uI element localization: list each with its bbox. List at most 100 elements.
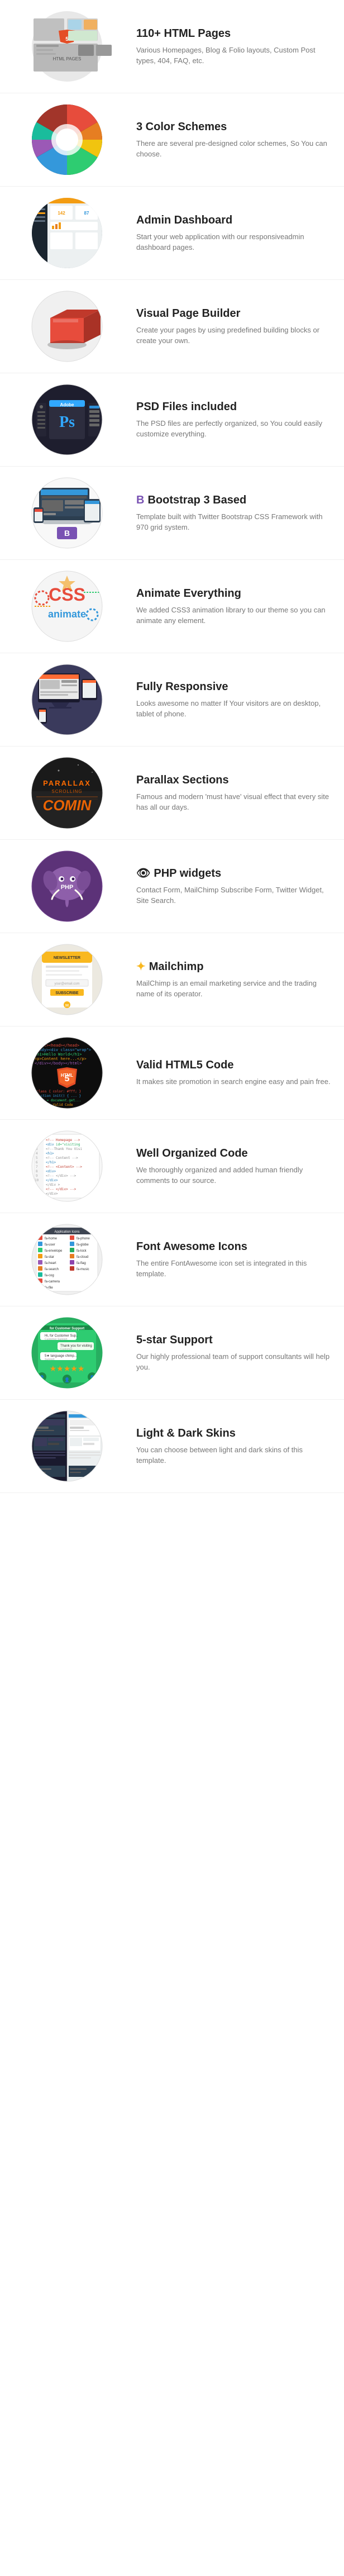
svg-text:fa-search: fa-search bbox=[45, 1268, 59, 1271]
feature-desc-mailchimp: MailChimp is an email marketing service … bbox=[136, 978, 333, 1000]
feature-content-animate: Animate Everything We added CSS3 animati… bbox=[136, 587, 333, 626]
svg-text:4: 4 bbox=[36, 1152, 38, 1156]
admin-dashboard-svg: 142 87 bbox=[11, 197, 123, 269]
eye-icon: 👁 bbox=[136, 867, 150, 880]
svg-text:</div>: </div> bbox=[46, 1178, 58, 1182]
feature-image-animate: CSS animate bbox=[11, 570, 123, 643]
svg-text:<!-- <Content> -->: <!-- <Content> --> bbox=[46, 1165, 82, 1169]
feature-desc-psd-files: The PSD files are perfectly organized, s… bbox=[136, 418, 333, 440]
feature-desc-organized-code: We thoroughly organized and added human … bbox=[136, 1165, 333, 1186]
svg-text:COMIN: COMIN bbox=[43, 797, 92, 814]
svg-text:5: 5 bbox=[36, 1156, 38, 1160]
svg-text:8: 8 bbox=[36, 1170, 38, 1173]
feature-image-php-widgets: PHP bbox=[11, 850, 123, 923]
feature-item-mailchimp: NEWSLETTER your@email.com SUBSCRIBE ✉ bbox=[0, 933, 344, 1026]
animate-svg: CSS animate bbox=[11, 570, 123, 643]
svg-text:fa-camera: fa-camera bbox=[45, 1280, 60, 1284]
feature-image-font-awesome: Application Icons fa-home fa-user fa-env… bbox=[11, 1223, 123, 1296]
feature-item-animate: CSS animate Animate Everything We added … bbox=[0, 560, 344, 653]
feature-content-parallax: Parallax Sections Famous and modern 'mus… bbox=[136, 773, 333, 813]
feature-item-bootstrap: B BBootstrap 3 Based Template built with… bbox=[0, 467, 344, 560]
svg-text:your@email.com: your@email.com bbox=[54, 982, 79, 986]
svg-text:PHP: PHP bbox=[61, 884, 74, 891]
feature-title-parallax: Parallax Sections bbox=[136, 773, 333, 787]
feature-image-mailchimp: NEWSLETTER your@email.com SUBSCRIBE ✉ bbox=[11, 943, 123, 1016]
svg-text:</div >: </div > bbox=[46, 1183, 60, 1187]
psd-files-svg: Adobe Ps bbox=[11, 383, 123, 456]
svg-text:👤: 👤 bbox=[64, 1377, 70, 1382]
feature-content-html5-valid: Valid HTML5 Code It makes site promotion… bbox=[136, 1058, 333, 1087]
svg-text:<p>Content here...</p>: <p>Content here...</p> bbox=[35, 1057, 87, 1061]
svg-text:<body><div class="wrap">: <body><div class="wrap"> bbox=[35, 1048, 91, 1052]
svg-text:fa-cloud: fa-cloud bbox=[77, 1256, 88, 1259]
feature-title-support: 5-star Support bbox=[136, 1333, 333, 1347]
feature-content-bootstrap: BBootstrap 3 Based Template built with T… bbox=[136, 493, 333, 533]
svg-text:var x = document.get...: var x = document.get... bbox=[35, 1099, 81, 1102]
features-list: 5 HTML PAGES 110+ HTML Pages Various Hom… bbox=[0, 0, 344, 1493]
feature-title-html-pages: 110+ HTML Pages bbox=[136, 27, 333, 40]
svg-text:SUBSCRIBE: SUBSCRIBE bbox=[55, 991, 79, 995]
svg-text:2: 2 bbox=[36, 1143, 38, 1147]
feature-desc-admin-dashboard: Start your web application with our resp… bbox=[136, 231, 333, 253]
svg-text:fa-phone: fa-phone bbox=[77, 1237, 90, 1241]
svg-text:B: B bbox=[64, 529, 70, 538]
feature-title-organized-code: Well Organized Code bbox=[136, 1147, 333, 1160]
feature-item-font-awesome: Application Icons fa-home fa-user fa-env… bbox=[0, 1213, 344, 1306]
svg-text:fa-cog: fa-cog bbox=[45, 1274, 54, 1277]
feature-desc-color-schemes: There are several pre-designed color sch… bbox=[136, 138, 333, 160]
feature-desc-html5-valid: It makes site promotion in search engine… bbox=[136, 1076, 333, 1087]
feature-title-color-schemes: 3 Color Schemes bbox=[136, 120, 333, 134]
svg-text:fa-globe: fa-globe bbox=[77, 1243, 89, 1247]
feature-desc-font-awesome: The entire FontAwesome icon set is integ… bbox=[136, 1258, 333, 1280]
feature-desc-php-widgets: Contact Form, MailChimp Subscribe Form, … bbox=[136, 885, 333, 906]
feature-item-psd-files: Adobe Ps bbox=[0, 373, 344, 467]
feature-item-html-pages: 5 HTML PAGES 110+ HTML Pages Various Hom… bbox=[0, 0, 344, 93]
feature-content-mailchimp: ✦Mailchimp MailChimp is an email marketi… bbox=[136, 960, 333, 1000]
feature-content-skins: Light & Dark Skins You can choose betwee… bbox=[136, 1427, 333, 1466]
feature-desc-parallax: Famous and modern 'must have' visual eff… bbox=[136, 791, 333, 813]
feature-content-visual-builder: Visual Page Builder Create your pages by… bbox=[136, 307, 333, 346]
feature-desc-support: Our highly professional team of support … bbox=[136, 1351, 333, 1373]
svg-text:7: 7 bbox=[36, 1165, 38, 1169]
feature-content-organized-code: Well Organized Code We thoroughly organi… bbox=[136, 1147, 333, 1186]
feature-image-html-pages: 5 HTML PAGES bbox=[11, 10, 123, 83]
html-pages-svg: 5 HTML PAGES bbox=[11, 10, 123, 83]
feature-title-html5-valid: Valid HTML5 Code bbox=[136, 1058, 333, 1072]
feature-content-font-awesome: Font Awesome Icons The entire FontAwesom… bbox=[136, 1240, 333, 1280]
svg-text:Adobe: Adobe bbox=[60, 402, 74, 407]
font-awesome-svg: Application Icons fa-home fa-user fa-env… bbox=[11, 1223, 123, 1296]
svg-text:142: 142 bbox=[58, 211, 65, 216]
skins-svg bbox=[11, 1410, 123, 1482]
feature-title-animate: Animate Everything bbox=[136, 587, 333, 600]
feature-title-visual-builder: Visual Page Builder bbox=[136, 307, 333, 320]
svg-text:fa-home: fa-home bbox=[45, 1237, 58, 1241]
feature-content-responsive: Fully Responsive Looks awesome no matter… bbox=[136, 680, 333, 720]
feature-content-color-schemes: 3 Color Schemes There are several pre-de… bbox=[136, 120, 333, 160]
svg-text:Support: Support bbox=[45, 1358, 55, 1361]
feature-title-psd-files: PSD Files included bbox=[136, 400, 333, 414]
svg-text:<h1>Hello World</h1>: <h1>Hello World</h1> bbox=[35, 1052, 82, 1057]
svg-text:NEWSLETTER: NEWSLETTER bbox=[54, 956, 80, 960]
svg-text:fa-user: fa-user bbox=[45, 1243, 55, 1247]
mailchimp-icon: ✦ bbox=[136, 961, 146, 973]
svg-text:id="visiting: id="visiting bbox=[56, 1143, 80, 1147]
svg-text:fa-music: fa-music bbox=[77, 1268, 89, 1271]
feature-item-html5-valid: <html><head></head> <body><div class="wr… bbox=[0, 1026, 344, 1120]
feature-image-html5-valid: <html><head></head> <body><div class="wr… bbox=[11, 1037, 123, 1109]
feature-content-psd-files: PSD Files included The PSD files are per… bbox=[136, 400, 333, 440]
visual-builder-svg bbox=[11, 290, 123, 363]
feature-content-admin-dashboard: Admin Dashboard Start your web applicati… bbox=[136, 213, 333, 253]
feature-image-admin-dashboard: 142 87 bbox=[11, 197, 123, 269]
svg-text:SCROLLING: SCROLLING bbox=[51, 789, 82, 794]
responsive-svg bbox=[11, 663, 123, 736]
svg-text:<!-- </div> -->: <!-- </div> --> bbox=[46, 1187, 77, 1191]
feature-image-skins bbox=[11, 1410, 123, 1482]
feature-image-parallax: PARALLAX SCROLLING COMIN bbox=[11, 757, 123, 829]
svg-text:9: 9 bbox=[36, 1174, 38, 1178]
feature-desc-responsive: Looks awesome no matter If Your visitors… bbox=[136, 698, 333, 720]
feature-item-admin-dashboard: 142 87 Admin Dashboard Start your web ap… bbox=[0, 187, 344, 280]
feature-item-color-schemes: 3 Color Schemes There are several pre-de… bbox=[0, 93, 344, 187]
feature-item-responsive: Fully Responsive Looks awesome no matter… bbox=[0, 653, 344, 747]
bootstrap-svg: B bbox=[11, 477, 123, 549]
support-svg: for Customer Support Hi, for Customer Su… bbox=[11, 1316, 123, 1389]
